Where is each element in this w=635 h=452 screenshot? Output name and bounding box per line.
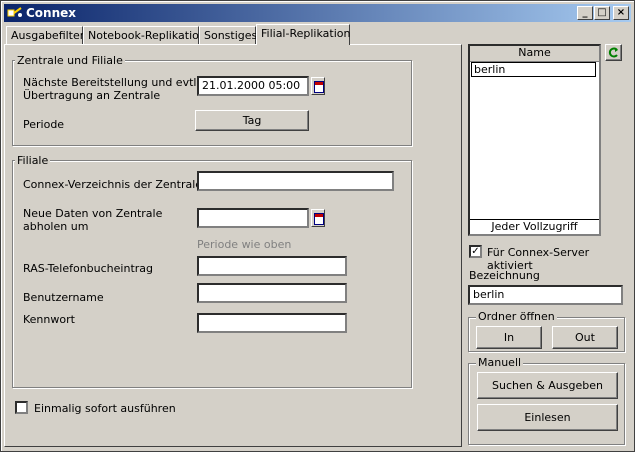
- refresh-icon: [608, 47, 618, 58]
- verzeichnis-label: Connex-Verzeichnis der Zentrale: [23, 178, 203, 191]
- neue-daten-label-line2: abholen um: [23, 220, 89, 233]
- connex-window: Connex _ □ × Ausgabefilter Notebook-Repl…: [0, 0, 635, 452]
- calendar-icon: [314, 81, 324, 93]
- benutzername-field[interactable]: [197, 283, 347, 303]
- filial-listbox[interactable]: Name berlin Jeder Vollzugriff: [468, 44, 601, 236]
- manuell-group-label: Manuell: [476, 356, 524, 369]
- neue-daten-label-line1: Neue Daten von Zentrale: [23, 207, 163, 220]
- zentrale-group-label: Zentrale und Filiale: [15, 54, 125, 67]
- neue-daten-time-field[interactable]: [197, 208, 309, 228]
- next-calendar-button[interactable]: [311, 77, 325, 95]
- next-datetime-field[interactable]: 21.01.2000 05:00: [197, 76, 309, 96]
- tab-ausgabefilter[interactable]: Ausgabefilter: [6, 26, 84, 44]
- einlesen-button[interactable]: Einlesen: [477, 404, 618, 431]
- list-item[interactable]: berlin: [471, 62, 596, 77]
- ras-field[interactable]: [197, 256, 347, 276]
- neue-daten-calendar-button[interactable]: [311, 209, 325, 227]
- zentrale-und-filiale-group: [12, 60, 412, 146]
- benutzername-label: Benutzername: [23, 291, 104, 304]
- kennwort-label: Kennwort: [23, 313, 75, 326]
- periode-button[interactable]: Tag: [195, 110, 309, 131]
- list-header-name[interactable]: Name: [470, 46, 599, 62]
- tab-filial-replikation[interactable]: Filial-Replikation: [256, 24, 350, 45]
- bezeichnung-field[interactable]: berlin: [468, 285, 623, 305]
- maximize-button[interactable]: □: [594, 6, 610, 20]
- close-button[interactable]: ×: [613, 6, 629, 20]
- verzeichnis-field[interactable]: [197, 171, 394, 191]
- ordner-out-button[interactable]: Out: [552, 326, 618, 349]
- einmalig-label: Einmalig sofort ausführen: [34, 402, 176, 415]
- suchen-ausgeben-button[interactable]: Suchen & Ausgeben: [477, 372, 618, 399]
- tab-sonstiges[interactable]: Sonstiges: [199, 26, 257, 44]
- ras-label: RAS-Telefonbucheintrag: [23, 262, 154, 275]
- periode-label: Periode: [23, 118, 65, 131]
- title-bar[interactable]: Connex _ □ ×: [4, 4, 631, 22]
- calendar-icon: [314, 213, 324, 225]
- next-label-line1: Nächste Bereitstellung und evtl.: [23, 76, 200, 89]
- ordner-in-button[interactable]: In: [476, 326, 542, 349]
- einmalig-checkbox[interactable]: [15, 401, 28, 414]
- bezeichnung-label: Bezeichnung: [469, 269, 540, 282]
- connex-app-icon: [7, 7, 22, 17]
- list-footer-access: Jeder Vollzugriff: [470, 219, 599, 235]
- periode-hint: Periode wie oben: [197, 238, 292, 251]
- ordner-group-label: Ordner öffnen: [476, 310, 557, 323]
- next-label-line2: Übertragung an Zentrale: [23, 89, 161, 102]
- filial-replikation-panel: Zentrale und Filiale Nächste Bereitstell…: [4, 44, 462, 447]
- refresh-button[interactable]: [605, 44, 622, 61]
- connex-server-checkbox[interactable]: ✓: [469, 245, 482, 258]
- minimize-button[interactable]: _: [577, 6, 593, 20]
- window-title: Connex: [26, 6, 77, 20]
- filiale-group-label: Filiale: [15, 154, 51, 167]
- tab-notebook-replikation[interactable]: Notebook-Replikation: [83, 26, 206, 44]
- kennwort-field[interactable]: [197, 313, 347, 333]
